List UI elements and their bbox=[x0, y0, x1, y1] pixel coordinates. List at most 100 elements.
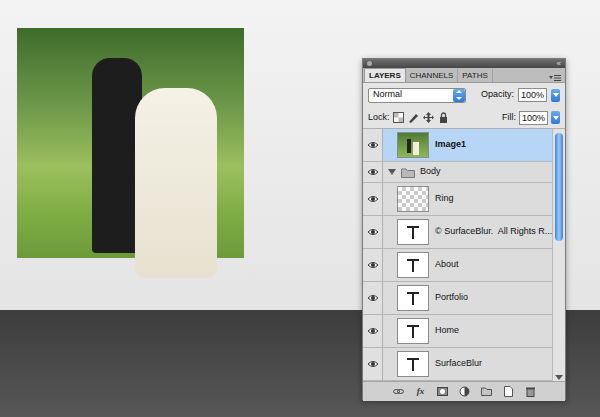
text-layer-thumbnail bbox=[397, 285, 429, 311]
layer-row[interactable]: Image1 bbox=[363, 129, 552, 162]
text-type-icon bbox=[407, 226, 419, 239]
visibility-toggle[interactable] bbox=[363, 282, 383, 314]
lock-pixels-icon[interactable] bbox=[408, 112, 419, 123]
trash-button[interactable] bbox=[525, 386, 536, 397]
wedding-photo bbox=[17, 28, 244, 258]
new-layer-button[interactable] bbox=[503, 386, 514, 397]
adjustment-button[interactable] bbox=[459, 386, 470, 397]
transparent-thumbnail bbox=[397, 186, 429, 212]
eye-icon[interactable] bbox=[367, 194, 379, 204]
lock-options-row: Lock: Fill:100% bbox=[363, 107, 565, 129]
layer-row[interactable]: Body bbox=[363, 162, 552, 183]
layer-name: © SurfaceBlur. All Rights R... bbox=[435, 225, 552, 239]
text-type-icon bbox=[407, 259, 419, 272]
opacity-field[interactable]: 100% bbox=[518, 88, 547, 102]
lock-position-icon[interactable] bbox=[423, 112, 434, 123]
text-type-icon bbox=[407, 292, 419, 305]
visibility-toggle[interactable] bbox=[363, 249, 383, 281]
lock-all-icon[interactable] bbox=[438, 112, 449, 123]
layer-row[interactable]: About bbox=[363, 249, 552, 282]
eye-icon[interactable] bbox=[367, 227, 379, 237]
layer-row[interactable]: SurfaceBlur bbox=[363, 348, 552, 381]
fill-field[interactable]: 100% bbox=[519, 111, 548, 125]
panel-tab[interactable]: LAYERS bbox=[364, 68, 406, 82]
text-layer-thumbnail bbox=[397, 219, 429, 245]
layer-scrollbar[interactable] bbox=[552, 129, 565, 381]
layer-name: Ring bbox=[435, 192, 454, 206]
down-arrow-icon[interactable] bbox=[553, 92, 559, 98]
blend-mode-value: Normal bbox=[373, 88, 402, 102]
desktop: «LAYERSCHANNELSPATHSNormalOpacity:100%Lo… bbox=[0, 0, 600, 417]
eye-icon[interactable] bbox=[367, 359, 379, 369]
fill-label: Fill: bbox=[502, 111, 516, 125]
lock-transparency-icon[interactable] bbox=[393, 112, 404, 123]
effects-button[interactable]: fx bbox=[415, 386, 426, 397]
panel-tab[interactable]: CHANNELS bbox=[406, 69, 459, 82]
text-layer-thumbnail bbox=[397, 252, 429, 278]
layers-toolbar: fx bbox=[363, 381, 565, 401]
lock-button[interactable] bbox=[408, 112, 420, 124]
lock-button[interactable] bbox=[423, 112, 435, 124]
layer-name: Body bbox=[420, 165, 441, 179]
text-type-icon bbox=[407, 358, 419, 371]
link-icon[interactable] bbox=[393, 386, 404, 397]
new-layer-icon[interactable] bbox=[503, 386, 514, 397]
expand-toggle[interactable] bbox=[388, 169, 396, 175]
eye-icon[interactable] bbox=[367, 167, 379, 177]
text-layer-thumbnail bbox=[397, 318, 429, 344]
mask-button[interactable] bbox=[437, 386, 448, 397]
mask-icon[interactable] bbox=[437, 386, 448, 397]
scroll-thumb[interactable] bbox=[555, 133, 563, 241]
visibility-toggle[interactable] bbox=[363, 129, 383, 161]
visibility-toggle[interactable] bbox=[363, 315, 383, 347]
layer-name: Image1 bbox=[435, 138, 466, 152]
text-layer-thumbnail bbox=[397, 351, 429, 377]
panel-title-bar: « bbox=[363, 59, 565, 68]
adjustment-icon[interactable] bbox=[459, 386, 470, 397]
new-group-icon[interactable] bbox=[481, 386, 492, 397]
lock-button[interactable] bbox=[438, 112, 450, 124]
updown-arrow-icon[interactable] bbox=[455, 89, 463, 101]
layer-row[interactable]: © SurfaceBlur. All Rights R... bbox=[363, 216, 552, 249]
layer-name: About bbox=[435, 258, 459, 272]
new-group-button[interactable] bbox=[481, 386, 492, 397]
panel-menu-button[interactable] bbox=[549, 71, 561, 79]
panel-menu-icon[interactable] bbox=[549, 74, 561, 82]
dropdown-arrow[interactable] bbox=[453, 89, 465, 102]
layers-panel: «LAYERSCHANNELSPATHSNormalOpacity:100%Lo… bbox=[362, 58, 566, 400]
opacity-label: Opacity: bbox=[481, 88, 514, 102]
image-thumbnail bbox=[397, 132, 429, 158]
layer-name: Home bbox=[435, 324, 459, 338]
blend-mode-dropdown[interactable]: Normal bbox=[368, 88, 466, 103]
layer-row[interactable]: Portfolio bbox=[363, 282, 552, 315]
eye-icon[interactable] bbox=[367, 260, 379, 270]
blend-options-row: Normal Opacity: 100% bbox=[363, 83, 565, 107]
collapse-button[interactable]: « bbox=[557, 60, 561, 68]
eye-icon[interactable] bbox=[367, 326, 379, 336]
scroll-down-icon[interactable] bbox=[555, 373, 563, 381]
opacity-arrow[interactable] bbox=[551, 89, 560, 102]
effects-label: fx bbox=[417, 385, 425, 399]
down-arrow-icon[interactable] bbox=[553, 115, 559, 121]
layer-name: SurfaceBlur bbox=[435, 357, 482, 371]
trash-icon[interactable] bbox=[525, 386, 536, 397]
layer-list: Image1 Body Ring © SurfaceBlur. All Rights … bbox=[363, 129, 565, 381]
lock-button[interactable] bbox=[393, 112, 405, 124]
photo-thumbnail-icon bbox=[403, 135, 423, 155]
eye-icon[interactable] bbox=[367, 293, 379, 303]
layer-row[interactable]: Ring bbox=[363, 183, 552, 216]
visibility-toggle[interactable] bbox=[363, 216, 383, 248]
visibility-toggle[interactable] bbox=[363, 183, 383, 215]
panel-tabs: LAYERSCHANNELSPATHS bbox=[363, 68, 565, 83]
layer-row[interactable]: Home bbox=[363, 315, 552, 348]
folder-icon bbox=[401, 167, 415, 178]
lock-label: Lock: bbox=[368, 111, 390, 125]
eye-icon[interactable] bbox=[367, 140, 379, 150]
scroll-down-button[interactable] bbox=[555, 370, 563, 378]
visibility-toggle[interactable] bbox=[363, 348, 383, 380]
panel-tab[interactable]: PATHS bbox=[458, 69, 492, 82]
link-button[interactable] bbox=[393, 386, 404, 397]
fill-arrow[interactable] bbox=[551, 111, 560, 124]
close-button[interactable] bbox=[367, 61, 372, 66]
visibility-toggle[interactable] bbox=[363, 162, 383, 182]
